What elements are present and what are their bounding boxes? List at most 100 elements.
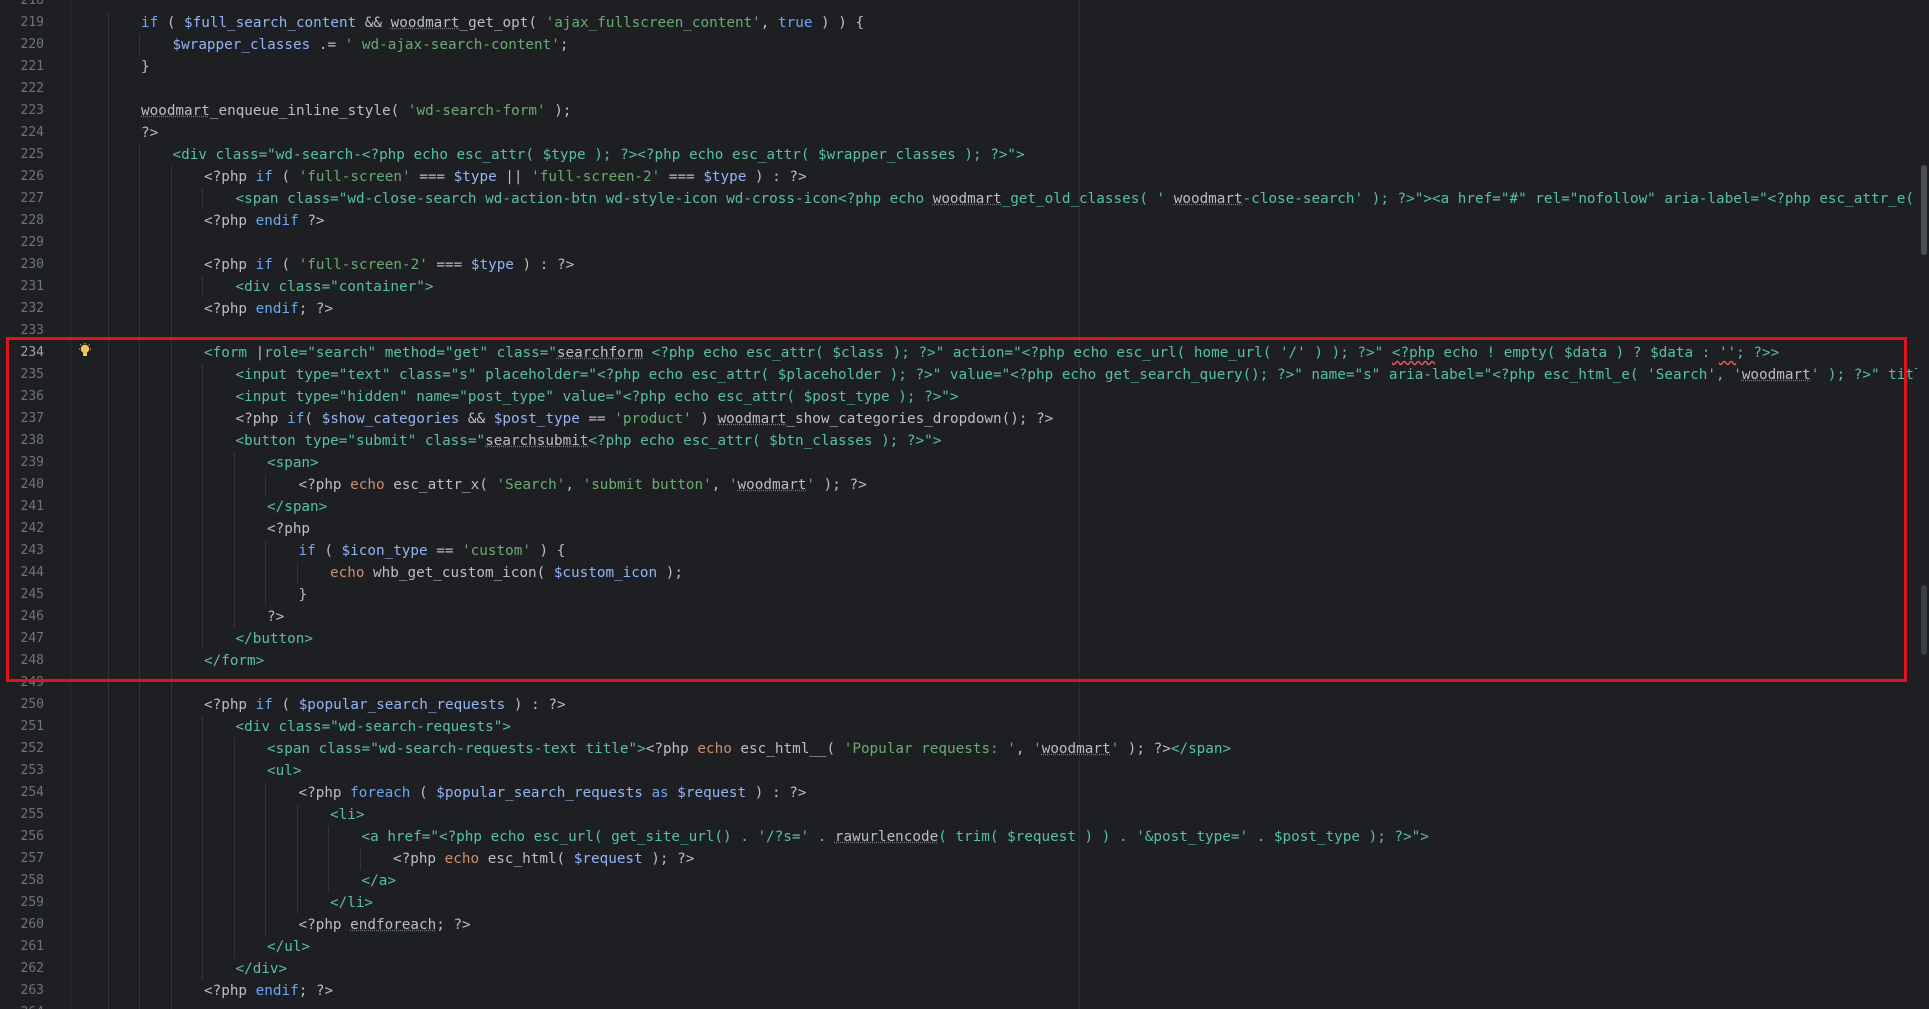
line-number: 248 — [20, 653, 44, 668]
code-token: ); — [657, 565, 683, 581]
code-line[interactable]: <input type="text" class="s" placeholder… — [236, 364, 1929, 386]
code-line[interactable]: <?php if ( $popular_search_requests ) : … — [204, 694, 566, 716]
code-token: </ul> — [267, 939, 311, 955]
code-line[interactable]: <div class="wd-search-requests"> — [236, 716, 511, 738]
code-token: $request — [677, 785, 747, 801]
code-token: woodmart — [141, 103, 210, 119]
line-number: 237 — [20, 411, 44, 426]
code-token: 'full-screen' — [298, 169, 411, 185]
code-token: ' — [1110, 741, 1120, 757]
line-number: 218 — [20, 0, 44, 8]
code-line[interactable]: <?php echo esc_html( $request ); ?> — [393, 848, 694, 870]
code-token: esc_html( — [479, 851, 574, 867]
code-line[interactable]: if ( $full_search_content && woodmart_ge… — [141, 12, 864, 34]
scrollbar-thumb[interactable] — [1921, 165, 1927, 255]
code-token: ) ) { — [812, 15, 865, 31]
code-token: $popular_search_requests — [436, 785, 643, 801]
code-token: <div class="wd-search-requests"> — [235, 719, 511, 735]
code-line[interactable]: <a href="<?php echo esc_url( get_site_ur… — [362, 826, 1429, 848]
code-line[interactable]: if ( $icon_type == 'custom' ) { — [299, 540, 566, 562]
code-area[interactable]: if ( $full_search_content && woodmart_ge… — [70, 0, 1929, 1009]
line-number: 260 — [20, 917, 44, 932]
code-token: $icon_type — [341, 543, 428, 559]
code-token: && — [459, 411, 494, 427]
code-line[interactable]: <?php endif; ?> — [204, 298, 333, 320]
line-number: 263 — [20, 983, 44, 998]
lightbulb-icon[interactable] — [78, 343, 92, 359]
code-token: woodmart — [1741, 367, 1811, 383]
code-line[interactable]: <form |role="search" method="get" class=… — [204, 342, 1779, 364]
code-line[interactable]: <span class="wd-close-search wd-action-b… — [236, 188, 1929, 210]
code-token: ( — [315, 543, 342, 559]
line-number: 233 — [20, 323, 44, 338]
code-line[interactable]: <ul> — [267, 760, 301, 782]
code-line[interactable]: } — [299, 584, 308, 606]
code-token: <?php echo esc_attr( $class ); ?>" actio… — [643, 345, 1392, 361]
code-token: $popular_search_requests — [298, 697, 506, 713]
code-line[interactable]: <div class="wd-search-<?php echo esc_att… — [173, 144, 1025, 166]
line-number: 256 — [20, 829, 44, 844]
code-line[interactable]: </div> — [236, 958, 288, 980]
code-token: echo — [350, 477, 385, 493]
line-number: 223 — [20, 103, 44, 118]
line-number-gutter[interactable]: 218 219 220 221 222 223 224 225 226 227 228 229 230 2… — [0, 0, 71, 1009]
code-token: <span class="wd-search-requests-text tit… — [267, 741, 646, 757]
code-line[interactable]: </li> — [330, 892, 373, 914]
code-line[interactable]: <?php if ( 'full-screen' === $type || 'f… — [204, 166, 807, 188]
line-number: 246 — [20, 609, 44, 624]
code-token: ' ); ?>" title="<?php echo esc_attr — [1810, 367, 1929, 383]
code-line[interactable]: <?php endif; ?> — [204, 980, 333, 1002]
code-line[interactable]: <?php endif ?> — [204, 210, 325, 232]
line-number: 264 — [0, 1002, 44, 1009]
code-token: woodmart — [737, 477, 807, 493]
code-line[interactable]: <?php echo esc_attr_x( 'Search', 'submit… — [299, 474, 867, 496]
code-line[interactable]: </span> — [267, 496, 327, 518]
code-token: <?php — [1391, 345, 1435, 361]
code-line[interactable]: woodmart_enqueue_inline_style( 'wd-searc… — [141, 100, 571, 122]
code-line[interactable]: <?php if( $show_categories && $post_type… — [236, 408, 1054, 430]
code-token: echo — [444, 851, 480, 867]
code-token: ( — [272, 169, 299, 185]
code-line[interactable]: <?php — [267, 518, 310, 540]
code-token: 'Search' — [496, 477, 566, 493]
line-number: 257 — [20, 851, 44, 866]
code-token: ( — [304, 411, 322, 427]
code-line[interactable]: <input type="hidden" name="post_type" va… — [236, 386, 959, 408]
vertical-scrollbar[interactable] — [1917, 0, 1929, 1009]
code-token: 'wd-search-form' — [407, 103, 546, 119]
code-line[interactable]: <?php foreach ( $popular_search_requests… — [299, 782, 807, 804]
line-number: 244 — [20, 565, 44, 580]
code-line[interactable]: </ul> — [267, 936, 310, 958]
code-line[interactable]: <?php if ( 'full-screen-2' === $type ) :… — [204, 254, 574, 276]
code-line[interactable]: echo whb_get_custom_icon( $custom_icon )… — [330, 562, 683, 584]
code-line[interactable]: </a> — [362, 870, 396, 892]
code-token: 'Popular requests: ' — [843, 741, 1016, 757]
code-token: ); — [545, 103, 572, 119]
code-line[interactable]: <li> — [330, 804, 364, 826]
code-token: ; — [436, 917, 454, 933]
code-line[interactable]: </button> — [236, 628, 313, 650]
code-token: if — [255, 169, 273, 185]
code-token: 'full-screen-2' — [531, 169, 661, 185]
code-token: searchform — [556, 345, 643, 361]
code-token: endforeach — [350, 917, 437, 933]
code-token: </li> — [330, 895, 374, 911]
code-line[interactable]: <?php endforeach; ?> — [299, 914, 471, 936]
line-number: 254 — [20, 785, 44, 800]
code-line[interactable]: <button type="submit" class="searchsubmi… — [236, 430, 942, 452]
code-token: ) : — [505, 697, 549, 713]
code-token: woodmart — [1173, 191, 1243, 207]
line-number: 240 — [20, 477, 44, 492]
code-line[interactable]: ?> — [141, 122, 158, 144]
code-line[interactable]: <div class="container"> — [236, 276, 434, 298]
code-line[interactable]: <span> — [267, 452, 319, 474]
code-token: -close-search' ); ?>"><a href="#" rel="n… — [1242, 191, 1929, 207]
code-line[interactable]: </form> — [204, 650, 264, 672]
code-token: , — [760, 15, 778, 31]
code-line[interactable]: $wrapper_classes .= ' wd-ajax-search-con… — [173, 34, 569, 56]
code-token: ?> — [548, 697, 566, 713]
code-editor[interactable]: 218 219 220 221 222 223 224 225 226 227 228 229 230 2… — [0, 0, 1929, 1009]
code-line[interactable]: } — [141, 56, 150, 78]
code-line[interactable]: ?> — [267, 606, 284, 628]
code-line[interactable]: <span class="wd-search-requests-text tit… — [267, 738, 1231, 760]
